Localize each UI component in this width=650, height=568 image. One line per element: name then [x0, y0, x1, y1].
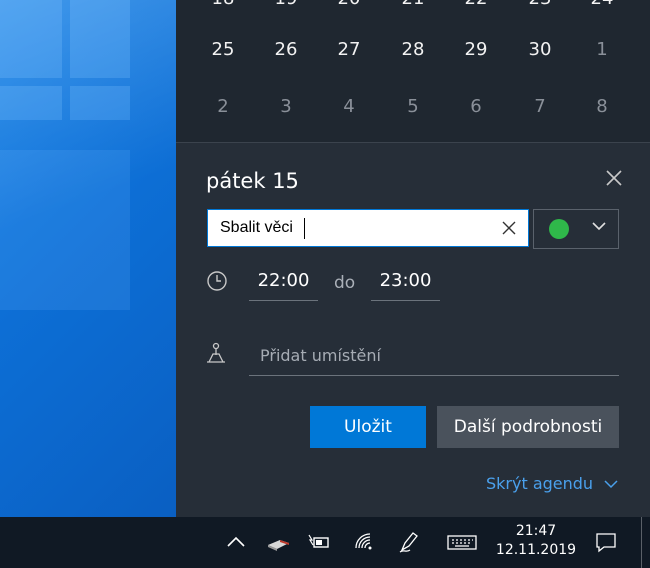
calendar-week-row: 25 26 27 28 29 30 1 — [176, 31, 650, 71]
clock-time: 21:47 — [515, 523, 557, 539]
chevron-up-icon[interactable] — [223, 529, 249, 555]
hide-agenda-link[interactable]: Skrýt agendu — [486, 474, 618, 493]
calendar-day[interactable]: 5 — [388, 96, 438, 117]
calendar-day[interactable]: 27 — [324, 39, 374, 60]
desktop-wallpaper — [0, 0, 176, 517]
event-title-input[interactable]: Sbalit věci — [207, 209, 529, 247]
close-icon[interactable] — [602, 167, 626, 191]
calendar-day[interactable]: 23 — [515, 0, 565, 9]
calendar-day[interactable]: 22 — [451, 0, 501, 9]
hide-agenda-label: Skrýt agendu — [486, 474, 594, 493]
calendar-day[interactable]: 21 — [388, 0, 438, 9]
calendar-week-row: 18 19 20 21 22 23 24 — [176, 0, 650, 20]
calendar-day[interactable]: 28 — [388, 39, 438, 60]
wifi-icon[interactable] — [351, 529, 377, 555]
chevron-down-icon — [592, 222, 606, 231]
calendar-day[interactable]: 29 — [451, 39, 501, 60]
calendar-flyout: 18192021222324 2526272829301 2345678 pát… — [176, 0, 650, 517]
calendar-day[interactable]: 8 — [577, 96, 627, 117]
clock-icon — [207, 271, 227, 291]
calendar-day[interactable]: 4 — [324, 96, 374, 117]
agenda-day-title: pátek 15 — [206, 169, 299, 193]
start-time-field[interactable]: 22:00 — [249, 266, 318, 301]
calendar-day[interactable]: 20 — [324, 0, 374, 9]
clear-icon[interactable] — [502, 218, 516, 240]
color-swatch — [549, 219, 569, 239]
end-time-field[interactable]: 23:00 — [371, 266, 440, 301]
calendar-day[interactable]: 19 — [261, 0, 311, 9]
location-input[interactable]: Přidat umístění — [249, 339, 619, 376]
agenda-panel: pátek 15 Sbalit věci 22:00 do 23:00 Přid… — [176, 143, 650, 517]
calendar-day[interactable]: 25 — [198, 39, 248, 60]
calendar-day[interactable]: 3 — [261, 96, 311, 117]
battery-charging-icon[interactable] — [306, 529, 332, 555]
notification-icon[interactable] — [593, 529, 619, 555]
calendar-day[interactable]: 24 — [577, 0, 627, 9]
calendar-day[interactable]: 7 — [515, 96, 565, 117]
location-placeholder: Přidat umístění — [260, 346, 381, 365]
usb-device-icon[interactable] — [265, 529, 291, 555]
calendar-day[interactable]: 2 — [198, 96, 248, 117]
clock-date: 12.11.2019 — [495, 542, 577, 558]
chevron-down-icon — [604, 480, 618, 489]
location-icon — [207, 342, 225, 363]
keyboard-icon[interactable] — [446, 529, 478, 555]
color-picker[interactable] — [533, 209, 619, 249]
calendar-week-row: 2345678 — [176, 88, 650, 128]
taskbar-clock[interactable]: 21:47 12.11.2019 — [490, 522, 582, 560]
show-desktop-button[interactable] — [641, 517, 642, 568]
event-title-value: Sbalit věci — [220, 219, 293, 236]
calendar-day[interactable]: 6 — [451, 96, 501, 117]
save-button[interactable]: Uložit — [310, 406, 426, 448]
calendar-day[interactable]: 1 — [577, 39, 627, 60]
taskbar: 21:47 12.11.2019 — [0, 517, 650, 568]
text-caret — [304, 218, 305, 239]
pen-icon[interactable] — [396, 529, 422, 555]
calendar-day[interactable]: 30 — [515, 39, 565, 60]
to-label: do — [334, 273, 356, 293]
calendar-day[interactable]: 18 — [198, 0, 248, 9]
calendar-day[interactable]: 26 — [261, 39, 311, 60]
more-details-button[interactable]: Další podrobnosti — [437, 406, 619, 448]
light-beam — [0, 0, 176, 517]
